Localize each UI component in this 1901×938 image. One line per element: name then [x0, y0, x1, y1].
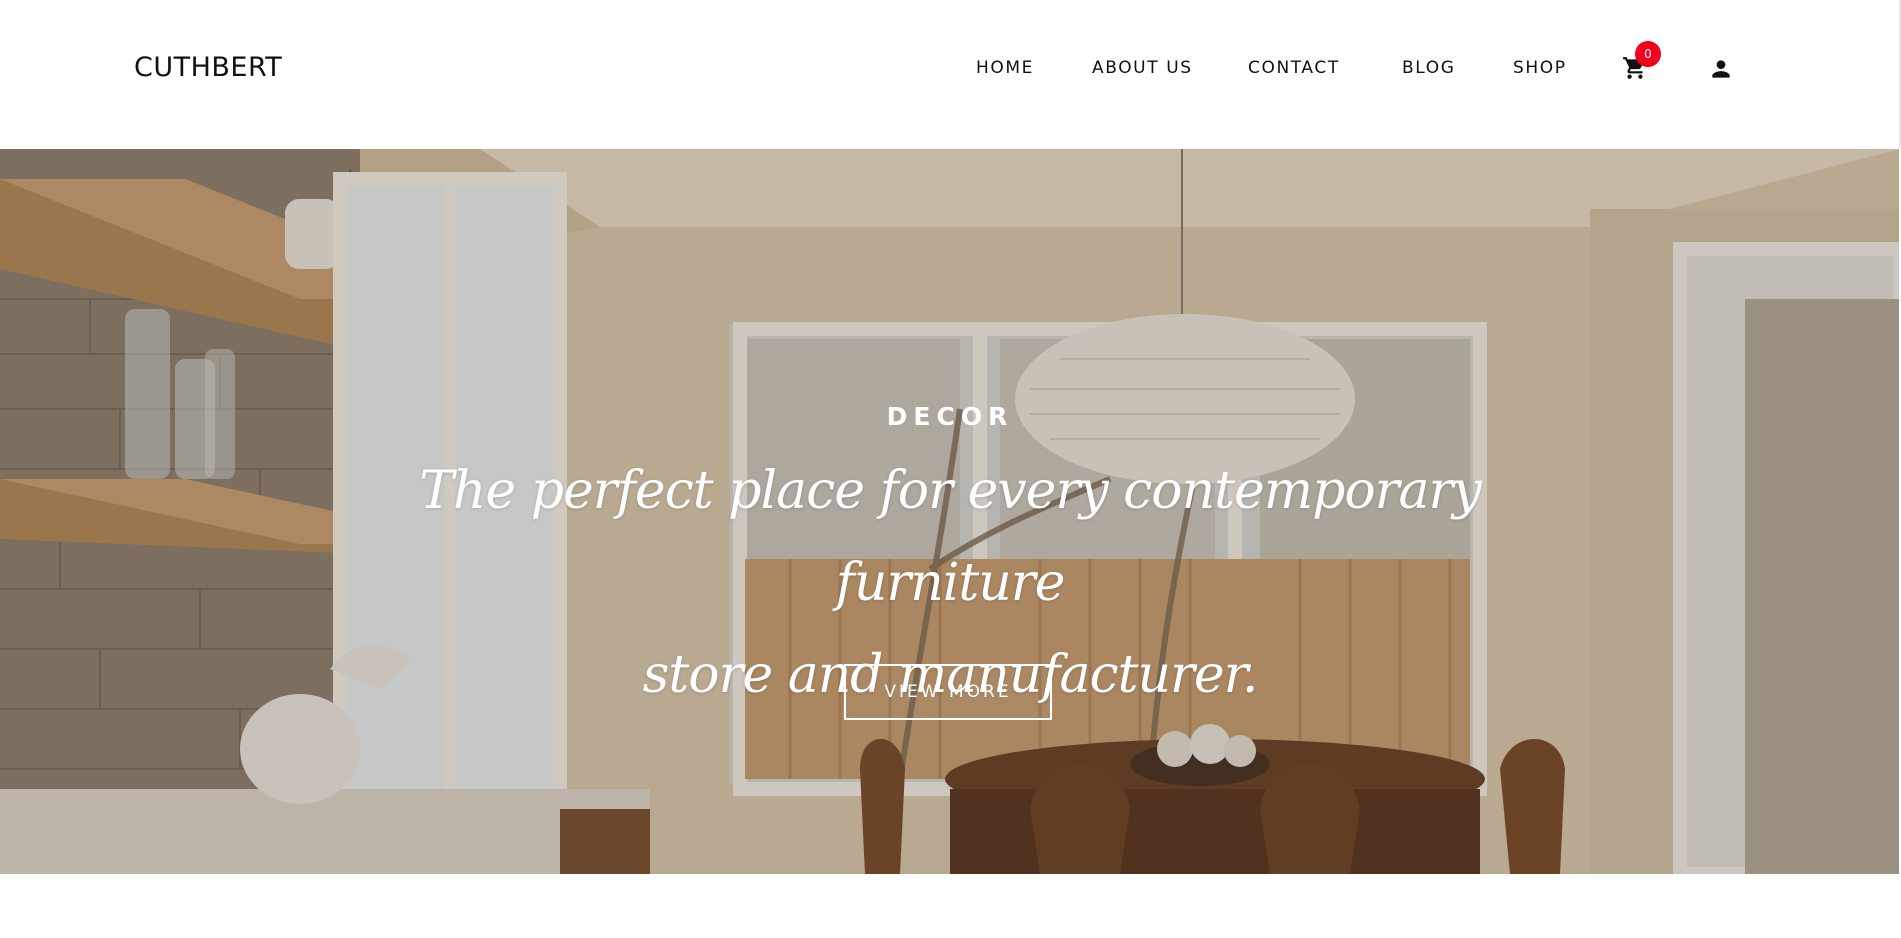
site-header: CUTHBERT HOME ABOUT US CONTACT BLOG SHOP… — [0, 0, 1900, 149]
hero-banner: DECOR The perfect place for every contem… — [0, 149, 1900, 874]
site-logo[interactable]: CUTHBERT — [134, 50, 282, 86]
nav-item-about-us[interactable]: ABOUT US — [1092, 54, 1193, 82]
hero-kicker: DECOR — [886, 402, 1014, 431]
nav-item-home[interactable]: HOME — [976, 54, 1034, 82]
user-icon[interactable] — [1708, 56, 1734, 82]
nav-item-blog[interactable]: BLOG — [1402, 54, 1455, 82]
nav-item-shop[interactable]: SHOP — [1513, 54, 1567, 82]
page: CUTHBERT HOME ABOUT US CONTACT BLOG SHOP… — [0, 0, 1901, 938]
cart-count-badge: 0 — [1635, 41, 1661, 67]
view-more-button[interactable]: VIEW MORE — [844, 664, 1052, 720]
nav-item-contact[interactable]: CONTACT — [1248, 54, 1340, 82]
hero-title-line-1: The perfect place for every contemporary… — [419, 461, 1482, 613]
